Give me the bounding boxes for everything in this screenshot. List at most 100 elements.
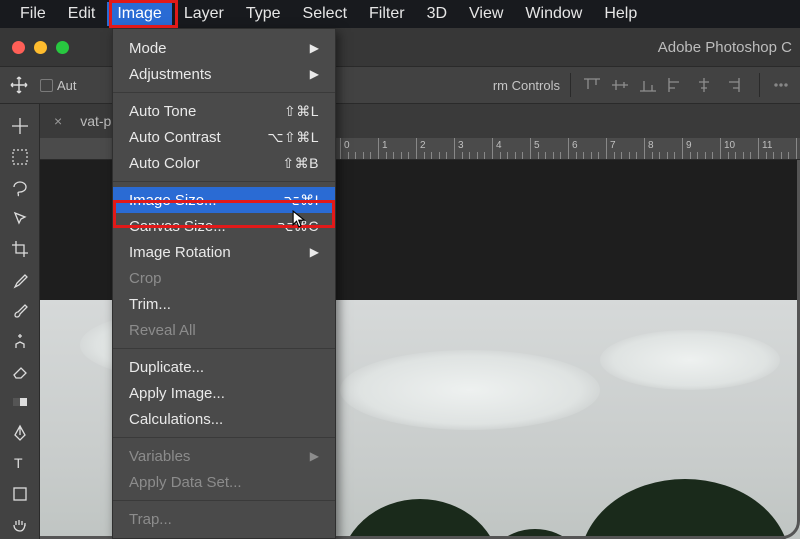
menu-item-label: Variables [129,448,190,465]
mouse-cursor-icon [292,210,310,228]
ruler-tick: 3 [454,138,455,160]
ruler-tick: 7 [606,138,607,160]
menu-item-mode[interactable]: Mode ▶ [113,35,335,61]
menu-help[interactable]: Help [594,2,647,26]
tools-panel: T [0,104,40,539]
lasso-tool[interactable] [5,173,35,202]
menu-window[interactable]: Window [515,2,592,26]
image-menu-dropdown: Mode▶Adjustments▶Auto Tone⇧⌘LAuto Contra… [112,28,336,539]
menu-item-duplicate[interactable]: Duplicate... [113,354,335,380]
menu-item-crop: Crop [113,265,335,291]
marquee-tool[interactable] [5,143,35,172]
menu-item-shortcut: ⌥⇧⌘L [267,129,319,146]
auto-select-label: Aut [57,78,77,93]
ruler-tick: 0 [340,138,341,160]
menu-item-label: Trap... [129,511,172,528]
menu-item-label: Auto Tone [129,103,196,120]
zoom-window-button[interactable] [56,41,69,54]
menu-item-shortcut: ⌥⌘I [283,192,319,209]
menu-item-trap: Trap... [113,506,335,532]
menu-item-reveal-all: Reveal All [113,317,335,343]
menu-item-auto-contrast[interactable]: Auto Contrast ⌥⇧⌘L [113,124,335,150]
os-menubar: File Edit Image Layer Type Select Filter… [0,0,800,28]
menu-item-label: Auto Color [129,155,200,172]
menu-item-label: Auto Contrast [129,129,221,146]
submenu-arrow-icon: ▶ [310,245,319,259]
menu-item-label: Crop [129,270,162,287]
ruler-tick: 11 [758,138,759,160]
eraser-tool[interactable] [5,357,35,386]
align-left-icon[interactable] [665,76,687,94]
checkbox-icon [40,79,53,92]
more-options-icon[interactable] [770,76,792,94]
ruler-tick: 6 [568,138,569,160]
move-tool-icon[interactable] [8,74,30,96]
menu-item-label: Apply Image... [129,385,225,402]
align-bottom-icon[interactable] [637,76,659,94]
menu-layer[interactable]: Layer [174,2,234,26]
type-tool[interactable]: T [5,449,35,478]
ruler-tick: 4 [492,138,493,160]
submenu-arrow-icon: ▶ [310,67,319,81]
quick-select-tool[interactable] [5,204,35,233]
align-hcenter-icon[interactable] [693,76,715,94]
menu-item-label: Canvas Size... [129,218,226,235]
window-title: Adobe Photoshop C [658,39,792,56]
menu-select[interactable]: Select [293,2,357,26]
auto-select-checkbox[interactable]: Aut [40,78,77,93]
align-buttons [581,76,743,94]
align-top-icon[interactable] [581,76,603,94]
menu-item-label: Trim... [129,296,171,313]
ruler-tick: 8 [644,138,645,160]
crop-tool[interactable] [5,235,35,264]
minimize-window-button[interactable] [34,41,47,54]
clone-tool[interactable] [5,326,35,355]
ruler-tick: 2 [416,138,417,160]
menu-filter[interactable]: Filter [359,2,415,26]
menu-edit[interactable]: Edit [58,2,106,26]
eyedropper-tool[interactable] [5,265,35,294]
ruler-tick: 10 [720,138,721,160]
menu-item-label: Reveal All [129,322,196,339]
menu-item-auto-color[interactable]: Auto Color ⇧⌘B [113,150,335,176]
close-tab-icon[interactable]: × [54,113,62,129]
tab-filename[interactable]: vat-p [80,113,111,129]
menu-item-adjustments[interactable]: Adjustments▶ [113,61,335,87]
menu-item-label: Mode [129,40,167,57]
submenu-arrow-icon: ▶ [310,449,319,463]
menu-item-apply-image[interactable]: Apply Image... [113,380,335,406]
menu-3d[interactable]: 3D [417,2,457,26]
hand-tool[interactable] [5,510,35,539]
menu-item-image-rotation[interactable]: Image Rotation ▶ [113,239,335,265]
svg-text:T: T [14,455,23,471]
menu-item-auto-tone[interactable]: Auto Tone⇧⌘L [113,98,335,124]
menu-file[interactable]: File [10,2,56,26]
brush-tool[interactable] [5,296,35,325]
menu-type[interactable]: Type [236,2,291,26]
move-tool[interactable] [5,112,35,141]
shape-tool[interactable] [5,480,35,509]
close-window-button[interactable] [12,41,25,54]
align-right-icon[interactable] [721,76,743,94]
separator [570,73,571,97]
ruler-tick: 9 [682,138,683,160]
ruler-tick: 5 [530,138,531,160]
transform-controls-label: rm Controls [493,78,560,93]
pen-tool[interactable] [5,418,35,447]
ruler-tick: 1 [378,138,379,160]
menu-view[interactable]: View [459,2,513,26]
menu-image[interactable]: Image [107,2,171,26]
ruler-tick: 12 [796,138,797,160]
align-vcenter-icon[interactable] [609,76,631,94]
menu-item-label: Image Size... [129,192,217,209]
menu-item-variables: Variables ▶ [113,443,335,469]
submenu-arrow-icon: ▶ [310,41,319,55]
traffic-lights [12,41,69,54]
menu-item-shortcut: ⇧⌘B [282,155,319,172]
menu-item-label: Apply Data Set... [129,474,242,491]
menu-item-label: Image Rotation [129,244,231,261]
menu-item-calculations[interactable]: Calculations... [113,406,335,432]
menu-item-trim[interactable]: Trim... [113,291,335,317]
menu-item-apply-data-set: Apply Data Set... [113,469,335,495]
gradient-tool[interactable] [5,388,35,417]
